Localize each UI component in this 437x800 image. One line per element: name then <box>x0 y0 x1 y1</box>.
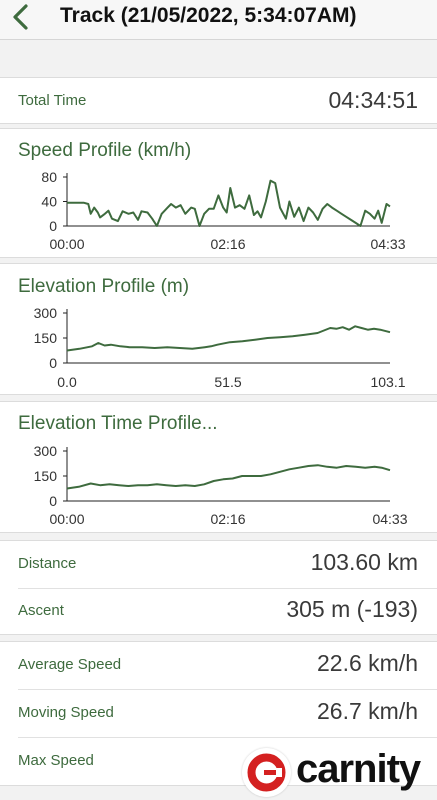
total-time-row: Total Time 04:34:51 <box>0 78 437 124</box>
back-chevron-icon[interactable] <box>10 2 34 32</box>
y-tick-label: 150 <box>34 330 58 346</box>
x-tick-label: 00:00 <box>49 236 84 252</box>
distance-row: Distance 103.60 km <box>0 541 437 587</box>
x-tick-label: 0.0 <box>57 374 77 390</box>
elevation-time-profile-card[interactable]: Elevation Time Profile... 300 150 0 00:00 02… <box>0 401 437 533</box>
elevation-time-profile-chart: 300 150 0 00:00 02:16 04:33 <box>34 443 408 527</box>
elevation-profile-chart: 300 150 00.0 51.5 103.1 <box>34 305 406 390</box>
series-line <box>66 325 391 352</box>
distance-card: Distance 103.60 km Ascent 305 m (-193) <box>0 540 437 635</box>
carnity-logo-mark <box>242 748 291 797</box>
speed-profile-chart: 80 40 0 00:00 02:16 04:33 <box>41 169 405 252</box>
average-speed-label: Average Speed <box>18 656 122 673</box>
x-tick-label: 00:00 <box>49 511 84 527</box>
series-line <box>67 179 391 227</box>
average-speed-row: Average Speed 22.6 km/h <box>0 642 437 688</box>
ascent-row: Ascent 305 m (-193) <box>0 588 437 634</box>
total-time-label: Total Time <box>18 92 87 109</box>
moving-speed-value: 26.7 km/h <box>317 698 418 724</box>
y-tick-label: 40 <box>41 194 57 210</box>
page-title: Track (21/05/2022, 5:34:07AM) <box>60 4 357 27</box>
y-tick-label: 0 <box>49 218 57 234</box>
distance-value: 103.60 km <box>310 549 418 575</box>
series-line <box>66 464 391 490</box>
navigation-bar: Track (21/05/2022, 5:34:07AM) <box>0 0 437 40</box>
x-tick-label: 51.5 <box>214 374 241 390</box>
x-tick-label: 04:33 <box>372 511 407 527</box>
speed-profile-card[interactable]: Speed Profile (km/h) 80 40 0 00:00 02:16 04:3… <box>0 128 437 258</box>
ascent-value: 305 m (-193) <box>286 596 418 622</box>
y-tick-label: 0 <box>49 493 57 509</box>
moving-speed-row: Moving Speed 26.7 km/h <box>0 690 437 736</box>
x-tick-label: 02:16 <box>210 511 245 527</box>
y-tick-label: 80 <box>41 169 57 185</box>
y-tick-label: 0 <box>49 355 57 371</box>
total-time-value: 04:34:51 <box>328 87 418 113</box>
y-tick-label: 300 <box>34 443 58 459</box>
x-tick-label: 103.1 <box>370 374 405 390</box>
ascent-label: Ascent <box>18 602 64 619</box>
elevation-profile-card[interactable]: Elevation Profile (m) 300 150 0 0.0 51.5 103.… <box>0 263 437 395</box>
max-speed-label: Max Speed <box>18 752 94 769</box>
y-tick-label: 150 <box>34 468 58 484</box>
x-tick-label: 04:33 <box>370 236 405 252</box>
total-time-card: Total Time 04:34:51 <box>0 77 437 124</box>
moving-speed-label: Moving Speed <box>18 704 114 721</box>
average-speed-value: 22.6 km/h <box>317 650 418 676</box>
distance-label: Distance <box>18 555 77 572</box>
y-tick-label: 300 <box>34 305 58 321</box>
carnity-logo: carnity <box>240 745 437 800</box>
carnity-logo-text: carnity <box>296 747 421 791</box>
x-tick-label: 02:16 <box>210 236 245 252</box>
